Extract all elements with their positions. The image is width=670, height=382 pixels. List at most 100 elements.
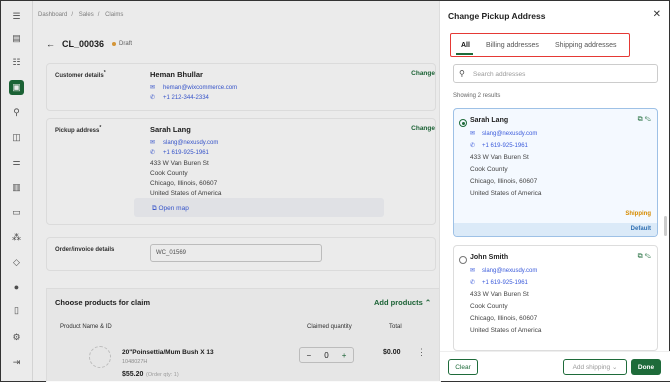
filters-icon[interactable]: ⚌ — [10, 156, 23, 169]
email-icon: ✉ — [150, 140, 156, 146]
scrollbar[interactable] — [664, 216, 667, 236]
copy-icon[interactable]: ⧉ — [638, 116, 643, 123]
address-phone[interactable]: ✆ +1 619-925-1961 — [470, 142, 528, 150]
address-card[interactable]: Sarah Lang ⧉ ✎ ✉ slang@nexusdy.com ✆ +1 61… — [453, 108, 658, 237]
product-name: 20"Poinsettia/Mum Bush X 13 — [122, 349, 214, 356]
logout-icon[interactable]: ⇥ — [10, 356, 23, 369]
address-line: Chicago, Illinois, 60607 — [470, 315, 538, 322]
change-customer-link[interactable]: Change — [411, 70, 435, 77]
panel-footer: Clear Add shipping ⌄ Done — [440, 351, 670, 381]
phone-icon: ✆ — [150, 150, 156, 156]
email-icon: ✉ — [470, 268, 476, 274]
pickup-address-line: Cook County — [150, 170, 188, 177]
product-price: $55.20 — [122, 371, 144, 378]
default-tag: Default — [630, 226, 651, 232]
user-icon[interactable]: ⚲ — [10, 106, 23, 119]
customer-email[interactable]: ✉ heman@wixcommerce.com — [150, 84, 237, 92]
order-label: Order/invoice details — [55, 247, 115, 253]
title-row: ← CL_00036 Draft — [46, 39, 132, 49]
breadcrumb-sales[interactable]: Sales — [79, 12, 94, 18]
tab-shipping[interactable]: Shipping addresses — [555, 42, 617, 49]
more-options-icon[interactable]: ⋮ — [417, 347, 426, 358]
pickup-address-line: United States of America — [150, 190, 222, 197]
search-placeholder: Search addresses — [473, 71, 526, 78]
tab-billing[interactable]: Billing addresses — [486, 42, 539, 49]
order-invoice-input[interactable]: WC_01569 — [150, 244, 322, 262]
address-phone[interactable]: ✆ +1 619-925-1961 — [470, 279, 528, 287]
product-total: $0.00 — [383, 349, 401, 356]
address-line: United States of America — [470, 190, 542, 197]
plus-icon[interactable]: + — [342, 351, 347, 360]
address-email[interactable]: ✉ slang@nexusdy.com — [470, 130, 537, 138]
quantity-stepper[interactable]: − 0 + — [299, 347, 354, 363]
customer-label: Customer details* — [55, 70, 106, 79]
address-name: Sarah Lang — [470, 117, 509, 124]
folder-icon[interactable]: ▭ — [10, 206, 23, 219]
breadcrumb-claims[interactable]: Claims — [105, 12, 123, 18]
list-icon[interactable]: ☷ — [10, 56, 23, 69]
card-footer: Default — [454, 223, 657, 236]
pickup-address-line: Chicago, Illinois, 60607 — [150, 180, 218, 187]
phone-icon: ✆ — [470, 143, 476, 149]
card-actions: ⧉ ✎ — [638, 253, 651, 261]
address-line: Cook County — [470, 166, 508, 173]
breadcrumb-dashboard[interactable]: Dashboard — [38, 12, 67, 18]
layers-icon[interactable]: ◫ — [10, 131, 23, 144]
product-order-qty: (Order qty: 1) — [146, 372, 179, 378]
tab-all[interactable]: All — [461, 42, 470, 49]
results-count: Showing 2 results — [453, 93, 501, 99]
email-icon: ✉ — [470, 131, 476, 137]
pickup-email[interactable]: ✉ slang@nexusdy.com — [150, 139, 218, 147]
group-icon[interactable]: ⁂ — [10, 231, 23, 244]
edit-icon[interactable]: ✎ — [645, 116, 651, 123]
sales-icon[interactable]: ▣ — [9, 80, 24, 95]
close-icon[interactable]: ✕ — [653, 9, 661, 20]
minus-icon[interactable]: − — [307, 351, 312, 360]
clear-button[interactable]: Clear — [448, 359, 478, 375]
chevron-up-icon: ⌃ — [424, 298, 432, 307]
column-header-qty: Claimed quantity — [307, 324, 352, 330]
breadcrumb: Dashboard / Sales / Claims — [38, 12, 124, 18]
back-arrow-icon[interactable]: ← — [46, 39, 55, 49]
quantity-value: 0 — [324, 350, 329, 360]
add-shipping-dropdown[interactable]: Add shipping ⌄ — [563, 359, 627, 375]
reports-icon[interactable]: ▥ — [10, 181, 23, 194]
address-card[interactable]: John Smith ⧉ ✎ ✉ slang@nexusdy.com ✆ +1 61… — [453, 245, 658, 351]
phone-icon: ✆ — [150, 95, 156, 101]
address-line: United States of America — [470, 327, 542, 334]
tag-icon[interactable]: ◇ — [10, 256, 23, 269]
address-email[interactable]: ✉ slang@nexusdy.com — [470, 267, 537, 275]
pickup-name: Sarah Lang — [150, 125, 191, 134]
customer-phone[interactable]: ✆ +1 212-344-2334 — [150, 94, 209, 102]
document-icon[interactable]: ▯ — [10, 304, 23, 317]
open-map-link[interactable]: ⧉ Open map — [152, 205, 189, 213]
address-line: 433 W Van Buren St — [470, 291, 529, 298]
pickup-address-line: 433 W Van Buren St — [150, 160, 209, 167]
done-button[interactable]: Done — [631, 359, 661, 375]
status-badge: Draft — [112, 41, 132, 47]
email-icon: ✉ — [150, 85, 156, 91]
settings-icon[interactable]: ⚙ — [10, 331, 23, 344]
radio-unselected[interactable] — [459, 256, 467, 264]
products-title: Choose products for claim — [55, 298, 151, 307]
copy-icon[interactable]: ⧉ — [638, 253, 643, 260]
search-input[interactable]: ⚲ Search addresses — [453, 64, 658, 83]
chevron-down-icon: ⌄ — [611, 364, 618, 371]
menu-icon[interactable]: ☰ — [10, 10, 23, 23]
dashboard-icon[interactable]: ▤ — [10, 32, 23, 45]
record-icon[interactable]: ● — [10, 280, 23, 293]
sidebar: ☰ ▤ ☷ ▣ ⚲ ◫ ⚌ ▥ ▭ ⁂ ◇ ● ▯ ⚙ ⇥ — [1, 1, 33, 381]
page-title: CL_00036 — [62, 39, 105, 49]
change-pickup-link[interactable]: Change — [411, 125, 435, 132]
add-products-button[interactable]: Add products ⌃ — [374, 298, 431, 307]
search-icon: ⚲ — [459, 69, 465, 78]
customer-name: Heman Bhullar — [150, 70, 203, 79]
address-line: 433 W Van Buren St — [470, 154, 529, 161]
panel-title: Change Pickup Address — [448, 11, 546, 21]
edit-icon[interactable]: ✎ — [645, 253, 651, 260]
address-line: Cook County — [470, 303, 508, 310]
pickup-phone[interactable]: ✆ +1 619-925-1961 — [150, 149, 209, 157]
radio-selected[interactable] — [459, 119, 467, 127]
customer-card: Customer details* Heman Bhullar ✉ heman@w… — [46, 63, 436, 111]
main-content: Dashboard / Sales / Claims ← CL_00036 Draf… — [34, 1, 441, 382]
